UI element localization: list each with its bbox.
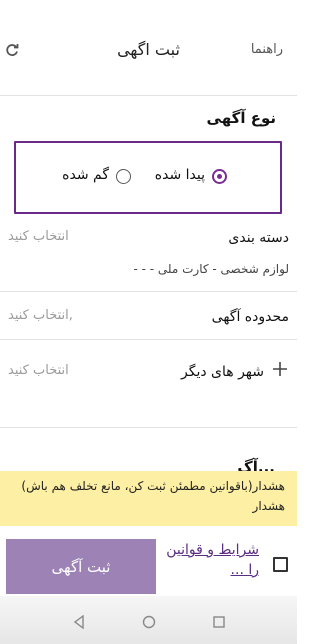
divider [0, 427, 297, 428]
divider [0, 339, 297, 340]
plus-icon[interactable] [272, 361, 288, 377]
other-cities-label: شهر های دیگر [180, 364, 264, 380]
terms-checkbox[interactable] [273, 557, 288, 572]
radio-lost-label[interactable]: گم شده [62, 167, 109, 183]
radio-found-label[interactable]: پیدا شده [155, 167, 205, 183]
radio-lost[interactable] [116, 169, 131, 184]
category-value: لوازم شخصی - کارت ملی - - - [133, 262, 289, 276]
other-cities-select[interactable]: انتخاب کنید [8, 363, 69, 378]
category-select[interactable]: انتخاب کنید [8, 229, 69, 244]
radio-found[interactable] [212, 169, 227, 184]
recents-icon[interactable] [212, 614, 226, 628]
submit-ad-button[interactable]: ثبت آگهی [6, 539, 156, 594]
terms-link[interactable]: شرایط و قوانین را ... [159, 540, 259, 580]
category-label: دسته بندی [228, 230, 289, 246]
divider [0, 291, 297, 292]
area-label: محدوده آگهی [211, 309, 289, 325]
refresh-icon[interactable] [2, 40, 22, 60]
ad-type-radio-group [14, 141, 282, 214]
back-icon[interactable] [72, 614, 86, 630]
area-select[interactable]: انتخاب کنید, [8, 308, 73, 323]
warning-banner: هشدار(باقوانین مطمئن ثبت کن، مانع تخلف ه… [0, 471, 297, 526]
ad-type-label: نوع آگهی [206, 109, 276, 127]
home-icon[interactable] [142, 614, 156, 629]
help-link[interactable]: راهنما [251, 42, 283, 57]
